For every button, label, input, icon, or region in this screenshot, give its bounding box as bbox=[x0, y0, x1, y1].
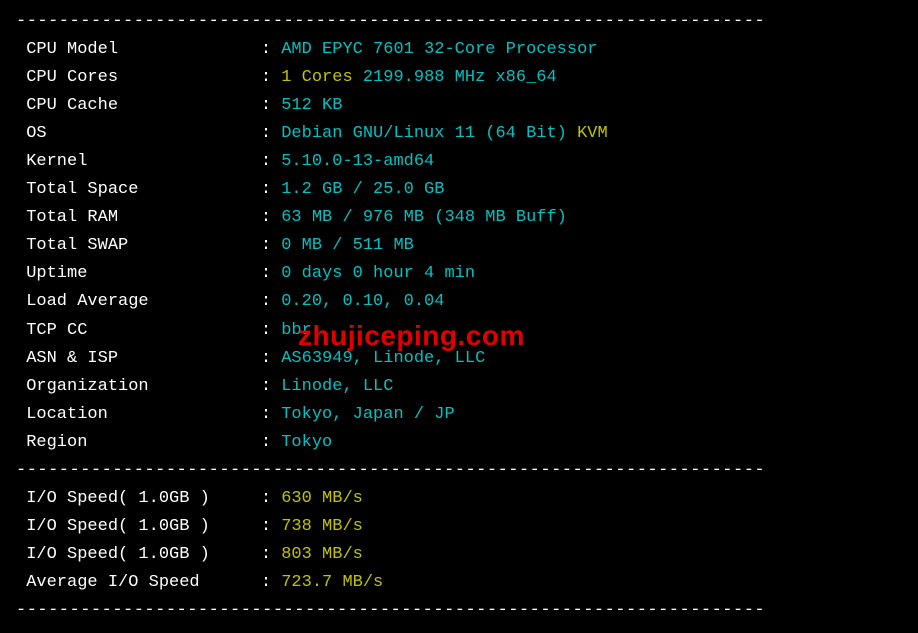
os-value: Debian GNU/Linux 11 (64 Bit) bbox=[281, 124, 567, 143]
label: Organization bbox=[16, 373, 261, 401]
label: Load Average bbox=[16, 288, 261, 316]
row-organization: Organization: Linode, LLC bbox=[16, 373, 902, 401]
row-os: OS: Debian GNU/Linux 11 (64 Bit) KVM bbox=[16, 120, 902, 148]
label: I/O Speed( 1.0GB ) bbox=[16, 485, 261, 513]
row-asn-isp: ASN & ISP: AS63949, Linode, LLC bbox=[16, 345, 902, 373]
row-cpu-cores: CPU Cores: 1 Cores 2199.988 MHz x86_64 bbox=[16, 64, 902, 92]
value: 0 MB / 511 MB bbox=[281, 236, 414, 255]
row-io-2: I/O Speed( 1.0GB ): 738 MB/s bbox=[16, 513, 902, 541]
label: Average I/O Speed bbox=[16, 569, 261, 597]
label: TCP CC bbox=[16, 317, 261, 345]
value: Linode, LLC bbox=[281, 377, 393, 396]
value: 0.20, 0.10, 0.04 bbox=[281, 292, 444, 311]
value: 512 KB bbox=[281, 96, 342, 115]
divider-mid: ----------------------------------------… bbox=[16, 457, 902, 485]
value: 63 MB / 976 MB (348 MB Buff) bbox=[281, 208, 567, 227]
label: Uptime bbox=[16, 260, 261, 288]
value: 5.10.0-13-amd64 bbox=[281, 152, 434, 171]
row-io-3: I/O Speed( 1.0GB ): 803 MB/s bbox=[16, 541, 902, 569]
value: 0 days 0 hour 4 min bbox=[281, 264, 475, 283]
row-total-ram: Total RAM: 63 MB / 976 MB (348 MB Buff) bbox=[16, 204, 902, 232]
value: 723.7 MB/s bbox=[281, 573, 383, 592]
row-tcp-cc: TCP CC: bbr bbox=[16, 317, 902, 345]
label: CPU Cache bbox=[16, 92, 261, 120]
label: Total RAM bbox=[16, 204, 261, 232]
row-uptime: Uptime: 0 days 0 hour 4 min bbox=[16, 260, 902, 288]
value: Tokyo, Japan / JP bbox=[281, 405, 454, 424]
value: Tokyo bbox=[281, 433, 332, 452]
row-io-1: I/O Speed( 1.0GB ): 630 MB/s bbox=[16, 485, 902, 513]
row-total-space: Total Space: 1.2 GB / 25.0 GB bbox=[16, 176, 902, 204]
row-cpu-model: CPU Model: AMD EPYC 7601 32-Core Process… bbox=[16, 36, 902, 64]
os-virt: KVM bbox=[577, 124, 608, 143]
cores-freq: 2199.988 MHz x86_64 bbox=[363, 68, 557, 87]
value: AS63949, Linode, LLC bbox=[281, 349, 485, 368]
label: Location bbox=[16, 401, 261, 429]
label: OS bbox=[16, 120, 261, 148]
value: 630 MB/s bbox=[281, 489, 363, 508]
row-location: Location: Tokyo, Japan / JP bbox=[16, 401, 902, 429]
label: Total Space bbox=[16, 176, 261, 204]
label: Total SWAP bbox=[16, 232, 261, 260]
value: AMD EPYC 7601 32-Core Processor bbox=[281, 40, 597, 59]
label: CPU Cores bbox=[16, 64, 261, 92]
row-cpu-cache: CPU Cache: 512 KB bbox=[16, 92, 902, 120]
cores-count: 1 Cores bbox=[281, 68, 352, 87]
label: Region bbox=[16, 429, 261, 457]
label: ASN & ISP bbox=[16, 345, 261, 373]
divider-bottom: ----------------------------------------… bbox=[16, 597, 902, 625]
value: 738 MB/s bbox=[281, 517, 363, 536]
row-kernel: Kernel: 5.10.0-13-amd64 bbox=[16, 148, 902, 176]
row-load-avg: Load Average: 0.20, 0.10, 0.04 bbox=[16, 288, 902, 316]
terminal-output: ----------------------------------------… bbox=[0, 0, 918, 633]
value: 803 MB/s bbox=[281, 545, 363, 564]
value: 1.2 GB / 25.0 GB bbox=[281, 180, 444, 199]
label: Kernel bbox=[16, 148, 261, 176]
divider-top: ----------------------------------------… bbox=[16, 8, 902, 36]
row-region: Region: Tokyo bbox=[16, 429, 902, 457]
label: I/O Speed( 1.0GB ) bbox=[16, 541, 261, 569]
value: bbr bbox=[281, 321, 312, 340]
row-total-swap: Total SWAP: 0 MB / 511 MB bbox=[16, 232, 902, 260]
row-io-avg: Average I/O Speed: 723.7 MB/s bbox=[16, 569, 902, 597]
label: I/O Speed( 1.0GB ) bbox=[16, 513, 261, 541]
label: CPU Model bbox=[16, 36, 261, 64]
